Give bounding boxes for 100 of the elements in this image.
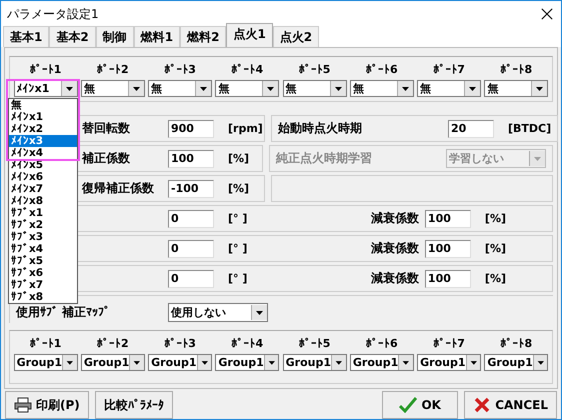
port-label: ﾎﾟｰﾄ4	[232, 63, 264, 76]
tab[interactable]: 基本1	[3, 26, 50, 47]
dropdown[interactable]: 使用しない	[168, 303, 268, 322]
dropdown-option[interactable]: ﾒｲﾝx4	[9, 147, 77, 159]
input-field[interactable]: 100	[424, 270, 471, 288]
printer-icon	[14, 397, 32, 413]
input-field[interactable]: 100	[424, 210, 471, 228]
tab[interactable]: 燃料2	[180, 26, 226, 47]
check-icon	[399, 397, 418, 413]
port-label: ﾎﾟｰﾄ4	[232, 337, 264, 350]
dropdown-option[interactable]: ｻﾌﾞx4	[9, 243, 77, 255]
caret-icon	[532, 355, 548, 370]
setting-label: 替回転数	[82, 120, 131, 137]
close-icon[interactable]	[541, 8, 553, 20]
caret-icon	[62, 355, 77, 370]
port-label: ﾎﾟｰﾄ8	[500, 63, 532, 76]
unit-label: [%]	[228, 152, 250, 165]
unit-label: [rpm]	[228, 122, 263, 135]
caret-icon	[398, 355, 413, 370]
dropdown-option[interactable]: ﾒｲﾝx7	[9, 183, 77, 195]
dropdown[interactable]: Group1	[350, 354, 414, 371]
tab[interactable]: 点火1	[226, 23, 273, 47]
setting-label: 補正係数	[82, 150, 131, 167]
dropdown[interactable]: 無	[80, 80, 145, 97]
dropdown-option[interactable]: ｻﾌﾞx5	[9, 255, 77, 267]
dropdown-option[interactable]: ｻﾌﾞx8	[9, 291, 77, 303]
caret-icon	[464, 81, 480, 96]
unit-label: [%]	[484, 212, 506, 225]
dropdown[interactable]: Group1	[484, 354, 548, 371]
dropdown-option[interactable]: ﾒｲﾝx8	[9, 195, 77, 207]
dropdown-option[interactable]: ﾒｲﾝx3	[9, 135, 77, 147]
port-label: ﾎﾟｰﾄ7	[433, 337, 465, 350]
tab[interactable]: 制御	[96, 26, 134, 47]
port-label: ﾎﾟｰﾄ1	[30, 63, 62, 76]
dropdown-option[interactable]: 無	[9, 99, 77, 111]
cancel-button[interactable]: CANCEL	[464, 391, 557, 419]
port-label: ﾎﾟｰﾄ6	[366, 63, 398, 76]
dropdown[interactable]: Group1	[14, 354, 78, 371]
port-label: ﾎﾟｰﾄ3	[164, 337, 196, 350]
port-label: ﾎﾟｰﾄ2	[97, 63, 129, 76]
setting-label: 使用ｻﾌﾞ 補正ﾏｯﾌﾟ	[16, 304, 112, 321]
dropdown-option[interactable]: ﾒｲﾝx1	[9, 111, 77, 123]
dropdown-option[interactable]: ｻﾌﾞx2	[9, 219, 77, 231]
unit-label: [° ]	[228, 242, 248, 255]
tab[interactable]: 燃料1	[134, 26, 180, 47]
dropdown[interactable]: ﾒｲﾝx1	[14, 80, 78, 97]
unit-label: [%]	[228, 182, 250, 195]
input-field[interactable]: 20	[448, 120, 494, 138]
tab[interactable]: 点火2	[272, 26, 320, 47]
unit-label: [BTDC]	[508, 122, 552, 135]
port-label: ﾎﾟｰﾄ7	[433, 63, 465, 76]
port-label: ﾎﾟｰﾄ8	[500, 337, 532, 350]
unit-label: [%]	[484, 272, 506, 285]
input-field[interactable]: 100	[168, 150, 214, 168]
dropdown[interactable]: Group1	[215, 354, 280, 371]
input-field[interactable]: 0	[168, 240, 214, 258]
unit-label: [° ]	[228, 212, 248, 225]
dropdown[interactable]: Group1	[282, 354, 347, 371]
dropdown-option[interactable]: ｻﾌﾞx3	[9, 231, 77, 243]
dropdown-option[interactable]: ﾒｲﾝx6	[9, 171, 77, 183]
caret-icon	[262, 81, 278, 96]
caret-icon	[531, 81, 548, 96]
print-button[interactable]: 印刷(P)	[5, 391, 89, 419]
caret-icon	[251, 305, 267, 320]
dropdown[interactable]: 無	[215, 80, 280, 97]
input-field[interactable]: 900	[168, 120, 214, 138]
dropdown-option[interactable]: ｻﾌﾞx1	[9, 207, 77, 219]
dropdown[interactable]: Group1	[417, 354, 482, 371]
dropdown-option[interactable]: ﾒｲﾝx2	[9, 123, 77, 135]
compare-button[interactable]: 比較ﾊﾟﾗﾒｰﾀ	[94, 391, 173, 419]
port-label: ﾎﾟｰﾄ5	[298, 337, 330, 350]
unit-label: [° ]	[228, 272, 248, 285]
caret-icon	[466, 355, 480, 370]
setting-label: 始動時点火時期	[278, 120, 363, 137]
dropdown-option[interactable]: ｻﾌﾞx7	[9, 279, 77, 291]
input-field[interactable]: 0	[168, 270, 214, 288]
input-field[interactable]: 0	[168, 210, 214, 228]
caret-icon	[196, 355, 212, 370]
ok-button[interactable]: OK	[382, 391, 458, 419]
setting-label: 復帰補正係数	[82, 180, 155, 197]
caret-icon	[60, 81, 77, 96]
caret-icon	[331, 355, 346, 370]
dropdown[interactable]: 無	[484, 80, 548, 97]
caret-icon	[330, 81, 346, 96]
setting-label: 減衰係数	[370, 210, 419, 227]
caret-icon	[264, 355, 278, 370]
dropdown[interactable]: Group1	[148, 354, 212, 371]
input-field[interactable]: 100	[424, 240, 471, 258]
dropdown[interactable]: 無	[148, 80, 212, 97]
dropdown[interactable]: 無	[417, 80, 482, 97]
setting-label: 純正点火時期学習	[276, 150, 373, 167]
dropdown[interactable]: Group1	[80, 354, 145, 371]
dropdown-option[interactable]: ｻﾌﾞx6	[9, 267, 77, 279]
window-title: パラメータ設定1	[7, 6, 99, 22]
caret-icon	[195, 81, 212, 96]
port-label: ﾎﾟｰﾄ1	[30, 337, 62, 350]
input-field[interactable]: -100	[168, 180, 214, 198]
dropdown[interactable]: 無	[350, 80, 414, 97]
tab[interactable]: 基本2	[49, 26, 96, 47]
dropdown[interactable]: 無	[282, 80, 347, 97]
